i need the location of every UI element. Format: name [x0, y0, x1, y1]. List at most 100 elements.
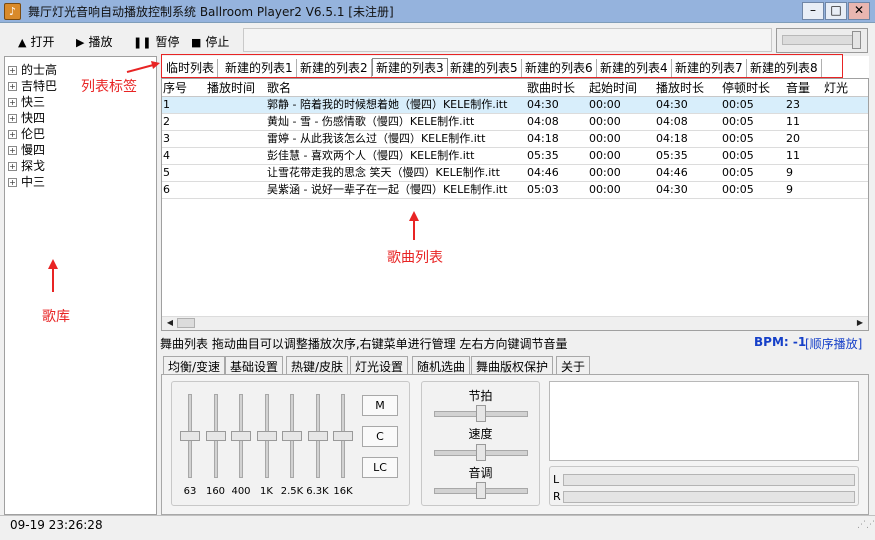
- cell-pause: 00:05: [722, 115, 754, 128]
- maximize-button[interactable]: □: [825, 2, 847, 20]
- eq-preset-button[interactable]: M: [362, 395, 398, 416]
- eq-slider-thumb[interactable]: [205, 431, 226, 441]
- cell-no: 1: [163, 98, 170, 111]
- cell-start: 00:00: [589, 183, 621, 196]
- volume-slider-track[interactable]: [782, 35, 860, 45]
- speed-label: 速度: [468, 427, 493, 441]
- eq-slider-thumb[interactable]: [333, 431, 353, 441]
- now-playing-field: [243, 28, 772, 52]
- annotation-songlist-label: 歌曲列表: [387, 250, 443, 266]
- expand-icon[interactable]: +: [8, 66, 17, 75]
- eq-preset-button[interactable]: LC: [362, 457, 398, 478]
- volume-slider-thumb[interactable]: [852, 31, 861, 49]
- play-button[interactable]: ▶ 播放: [76, 33, 112, 51]
- cell-volume: 11: [786, 149, 800, 162]
- library-item[interactable]: + 的士高: [8, 61, 57, 77]
- expand-icon[interactable]: +: [8, 114, 17, 123]
- cell-start: 00:00: [589, 149, 621, 162]
- library-item[interactable]: + 快三: [8, 93, 45, 109]
- annotation-arrow-tabs: [126, 61, 160, 73]
- playlist-tab[interactable]: 新建的列表7: [672, 59, 747, 77]
- settings-tab[interactable]: 基础设置: [225, 356, 284, 374]
- playlist-tab[interactable]: 新建的列表2: [297, 59, 372, 77]
- beat-slider-thumb[interactable]: [476, 405, 486, 422]
- scroll-left-icon[interactable]: ◀: [163, 317, 177, 329]
- open-button[interactable]: ▲ 打开: [18, 33, 54, 51]
- eq-slider-thumb[interactable]: [307, 431, 328, 441]
- speed-slider-thumb[interactable]: [476, 444, 486, 461]
- scroll-thumb[interactable]: [177, 318, 195, 328]
- expand-icon[interactable]: +: [8, 82, 17, 91]
- status-bar: [0, 515, 875, 540]
- column-header[interactable]: 歌名: [267, 79, 291, 96]
- column-header[interactable]: 播放时间: [207, 79, 255, 96]
- expand-icon[interactable]: +: [8, 162, 17, 171]
- library-item-label: 伦巴: [21, 127, 46, 141]
- playlist-tab[interactable]: 新建的列表6: [522, 59, 597, 77]
- library-item-label: 快四: [21, 111, 46, 125]
- column-header[interactable]: 灯光: [824, 79, 848, 96]
- song-list-hscrollbar[interactable]: [162, 316, 868, 330]
- playlist-tab[interactable]: 临时列表: [163, 59, 219, 77]
- minimize-button[interactable]: –: [802, 2, 824, 20]
- eq-slider-thumb[interactable]: [180, 431, 200, 441]
- cell-no: 3: [163, 132, 170, 145]
- stop-button[interactable]: ■ 停止: [191, 33, 229, 51]
- right-level-meter: [563, 491, 855, 503]
- cell-playlen: 04:46: [656, 166, 688, 179]
- cell-pause: 00:05: [722, 149, 754, 162]
- cell-no: 6: [163, 183, 170, 196]
- column-header[interactable]: 序号: [163, 79, 187, 96]
- playlist-tab[interactable]: 新建的列表8: [747, 59, 822, 77]
- column-header[interactable]: 停顿时长: [722, 79, 770, 96]
- settings-tab[interactable]: 均衡/变速: [163, 356, 226, 374]
- library-item[interactable]: + 探戈: [8, 157, 45, 173]
- cell-no: 5: [163, 166, 170, 179]
- settings-tab[interactable]: 舞曲版权保护: [471, 356, 554, 374]
- cell-name: 吴紫涵 - 说好一辈子在一起（慢四）KELE制作.itt: [267, 183, 508, 196]
- eq-slider-thumb[interactable]: [231, 431, 251, 441]
- close-button[interactable]: ✕: [848, 2, 870, 20]
- settings-tab[interactable]: 灯光设置: [350, 356, 409, 374]
- eq-slider-thumb[interactable]: [282, 431, 302, 441]
- pause-button[interactable]: ❚❚ 暂停: [133, 33, 179, 51]
- cell-name: 黄灿 - 雪 - 伤感情歌（慢四）KELE制作.itt: [267, 115, 475, 128]
- settings-tab[interactable]: 热键/皮肤: [286, 356, 349, 374]
- library-item[interactable]: + 慢四: [8, 141, 46, 157]
- playlist-tab[interactable]: 新建的列表5: [447, 59, 522, 77]
- eq-slider-thumb[interactable]: [256, 431, 277, 441]
- cell-volume: 20: [786, 132, 800, 145]
- cell-playlen: 04:18: [656, 132, 688, 145]
- expand-icon[interactable]: +: [8, 146, 17, 155]
- column-header[interactable]: 歌曲时长: [527, 79, 575, 96]
- column-header[interactable]: 起始时间: [589, 79, 637, 96]
- expand-icon[interactable]: +: [8, 98, 17, 107]
- expand-icon[interactable]: +: [8, 130, 17, 139]
- cell-playlen: 04:30: [656, 183, 688, 196]
- library-item[interactable]: + 快四: [8, 109, 46, 125]
- library-item-label: 慢四: [21, 143, 46, 157]
- library-item[interactable]: + 伦巴: [8, 125, 46, 141]
- settings-tab[interactable]: 随机选曲: [412, 356, 471, 374]
- lyric-display-area: [549, 381, 859, 461]
- library-item[interactable]: + 中三: [8, 173, 45, 189]
- expand-icon[interactable]: +: [8, 178, 17, 187]
- scroll-right-icon[interactable]: ▶: [853, 317, 867, 329]
- playlist-tab[interactable]: 新建的列表3: [372, 58, 448, 76]
- play-mode-toggle[interactable]: [顺序播放]: [805, 335, 862, 352]
- eq-preset-button[interactable]: C: [362, 426, 398, 447]
- resize-grip-icon[interactable]: ⋰⋰: [857, 521, 875, 536]
- cell-volume: 9: [786, 166, 793, 179]
- beat-label: 节拍: [468, 389, 493, 403]
- column-header[interactable]: 播放时长: [656, 79, 704, 96]
- eject-icon: ▲: [18, 36, 27, 49]
- clock-readout: 09-19 23:26:28: [10, 518, 103, 532]
- annotation-arrow-songlist: [409, 211, 419, 240]
- playlist-tab[interactable]: 新建的列表4: [597, 59, 672, 77]
- settings-tab[interactable]: 关于: [556, 356, 591, 374]
- column-header[interactable]: 音量: [786, 79, 810, 96]
- playlist-tab[interactable]: 新建的列表1: [222, 59, 297, 77]
- pitch-slider-thumb[interactable]: [476, 482, 486, 499]
- cell-pause: 00:05: [722, 166, 754, 179]
- library-item[interactable]: + 吉特巴: [8, 77, 57, 93]
